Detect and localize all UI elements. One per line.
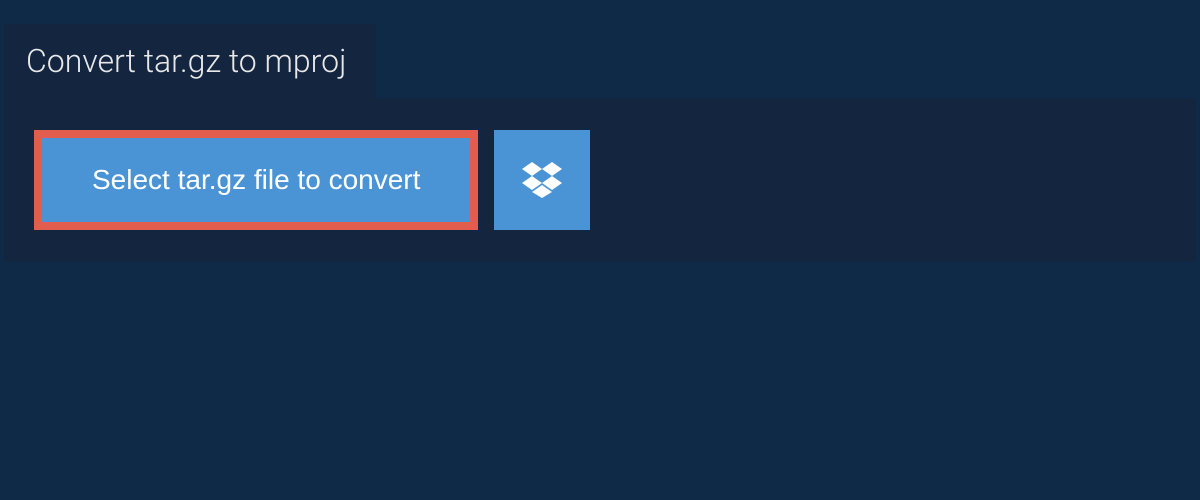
select-file-button[interactable]: Select tar.gz file to convert [34,130,478,230]
upload-panel: Select tar.gz file to convert [4,98,1196,262]
dropbox-icon [522,162,562,198]
button-row: Select tar.gz file to convert [34,130,1166,230]
dropbox-button[interactable] [494,130,590,230]
header-tab: Convert tar.gz to mproj [4,24,376,98]
select-file-label: Select tar.gz file to convert [92,164,420,196]
page-title: Convert tar.gz to mproj [26,42,346,80]
